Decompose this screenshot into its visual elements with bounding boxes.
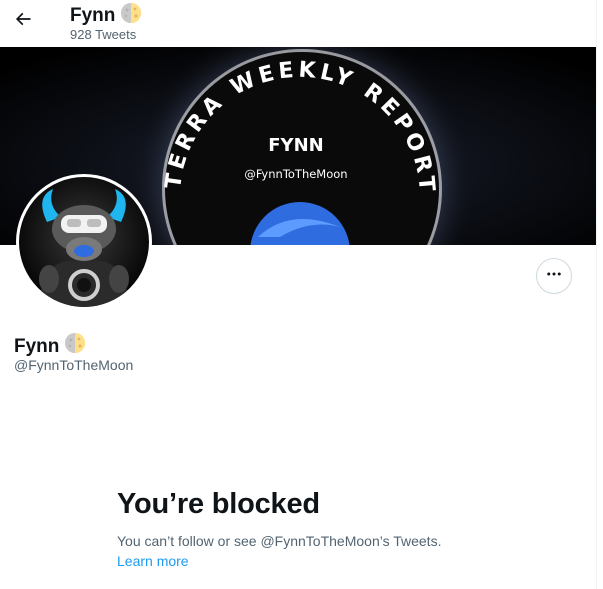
avatar[interactable] (16, 174, 152, 310)
profile-header: Fynn 928 Tweets (0, 0, 596, 47)
banner-center-handle: @FynnToTheMoon (244, 167, 347, 181)
banner-center-name: FYNN (268, 135, 323, 156)
tweet-count: 928 Tweets (70, 27, 137, 42)
first-quarter-moon-icon (120, 2, 142, 30)
profile-name: Fynn (14, 332, 86, 360)
learn-more-link[interactable]: Learn more (117, 552, 189, 570)
blocked-message: You can’t follow or see @FynnToTheMoon’s… (117, 533, 442, 549)
first-quarter-moon-icon (64, 332, 86, 360)
header-name-text: Fynn (70, 5, 116, 26)
back-button[interactable] (6, 4, 40, 38)
blocked-title: You’re blocked (117, 488, 320, 520)
arrow-left-icon (13, 9, 33, 34)
more-options-button[interactable] (536, 258, 572, 294)
profile-name-text: Fynn (14, 335, 60, 357)
header-title: Fynn (70, 2, 142, 30)
profile-handle: @FynnToTheMoon (14, 357, 134, 373)
more-horizontal-icon (545, 265, 563, 288)
column-border (596, 0, 597, 589)
